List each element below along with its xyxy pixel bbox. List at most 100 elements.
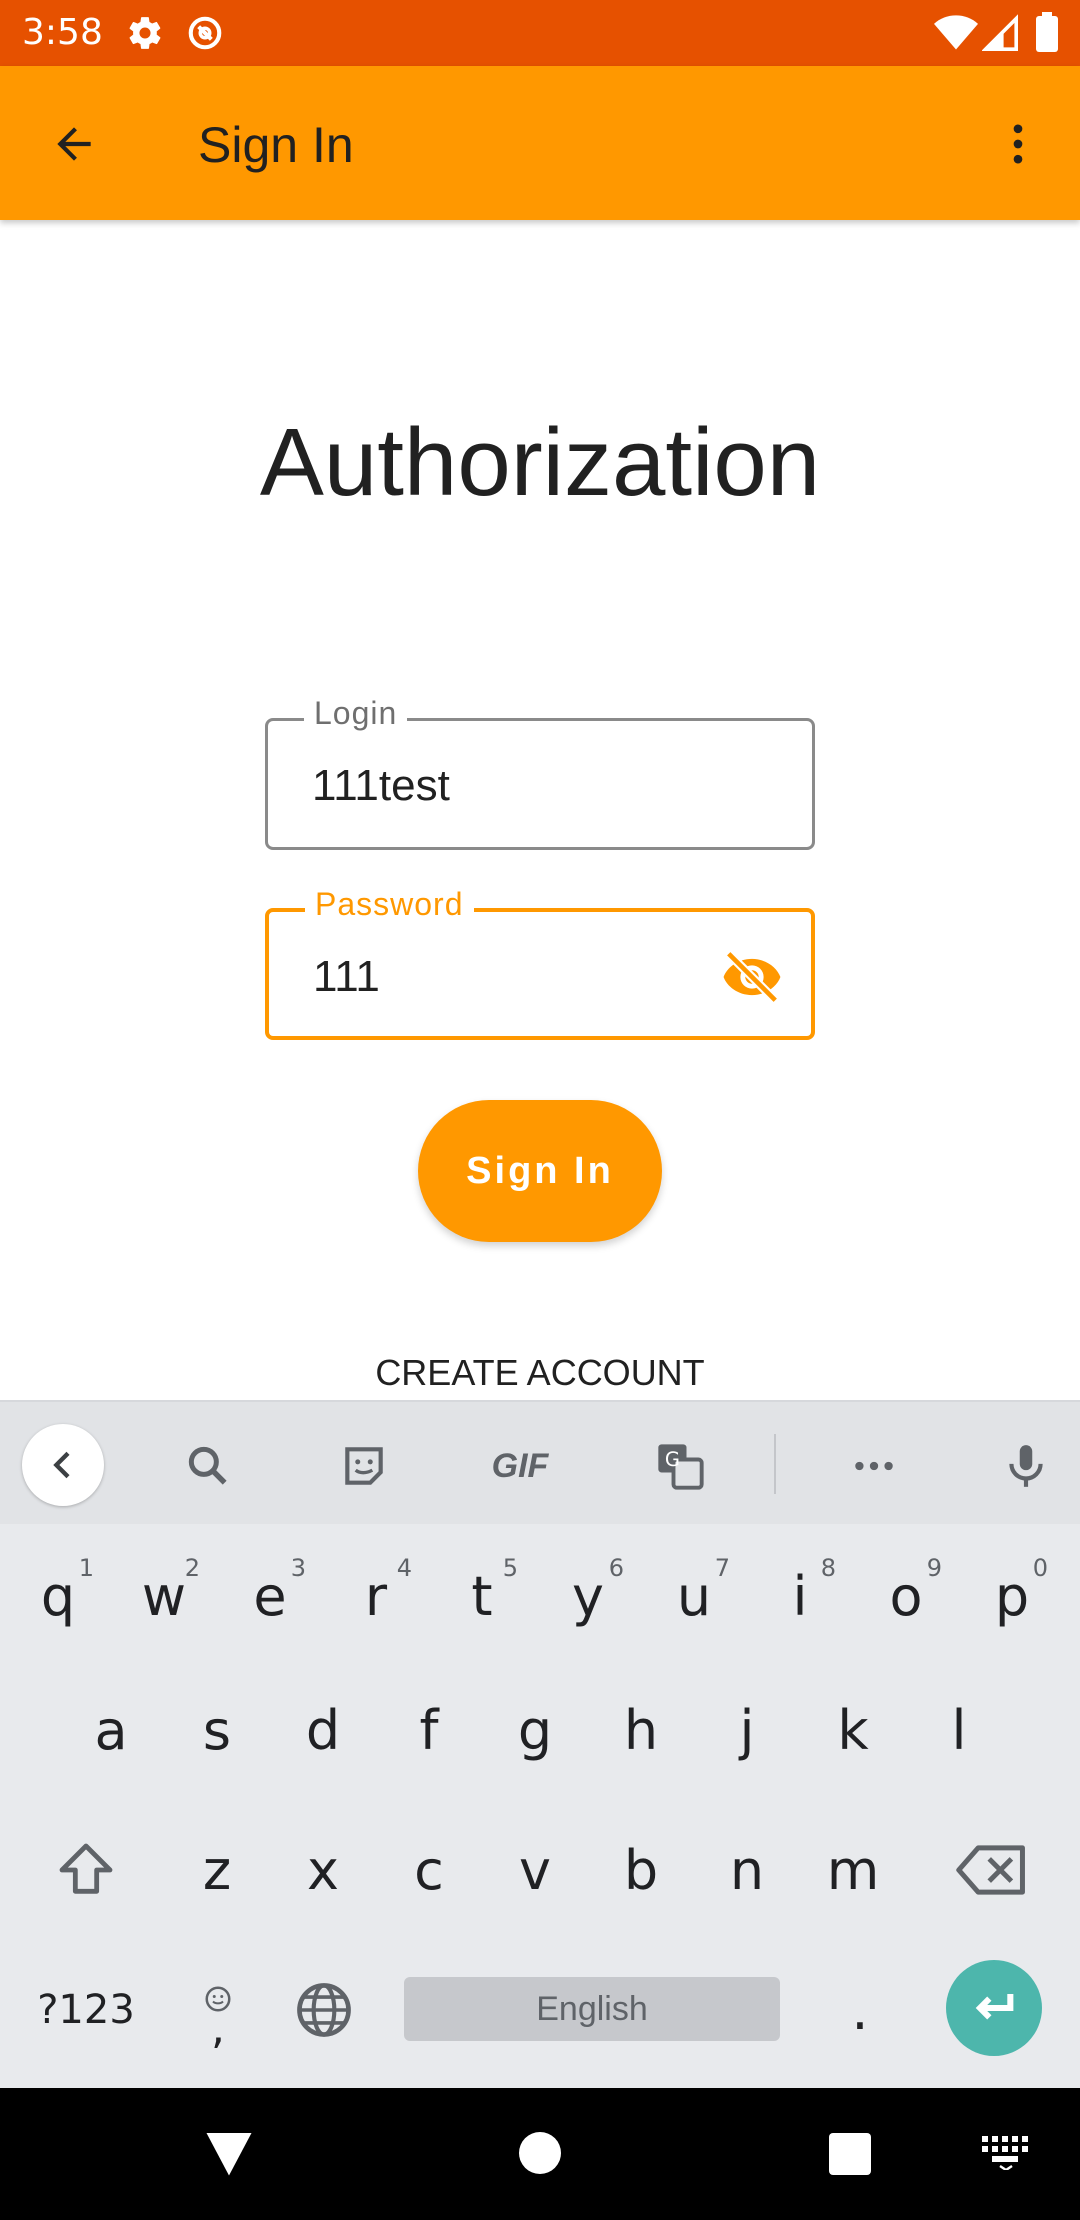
shift-icon — [59, 1843, 113, 1894]
space-key[interactable]: English — [404, 1977, 780, 2041]
translate-icon: G — [658, 1444, 704, 1490]
period-key[interactable]: . — [810, 1950, 910, 2070]
key-label: q — [40, 1564, 76, 1628]
key-f[interactable]: f — [379, 1670, 479, 1790]
eye-off-icon[interactable] — [721, 946, 783, 1008]
login-field[interactable]: Login 111test — [265, 695, 815, 850]
key-label: w — [141, 1564, 187, 1628]
key-r[interactable]: r4 — [326, 1536, 426, 1656]
symbols-key[interactable]: ?123 — [36, 1950, 136, 2070]
comma-label: , — [211, 2003, 225, 2054]
backspace-icon — [956, 1845, 1025, 1895]
keyboard-voice-button[interactable] — [998, 1438, 1054, 1494]
key-hint: 2 — [184, 1554, 200, 1582]
comma-key[interactable]: , — [168, 1950, 268, 2070]
svg-text:G: G — [665, 1448, 680, 1471]
enter-icon — [975, 1994, 1014, 2020]
key-hint: 3 — [290, 1554, 306, 1582]
key-label: p — [994, 1564, 1030, 1628]
key-b[interactable]: b — [591, 1810, 691, 1930]
system-nav-bar — [0, 2088, 1080, 2220]
key-hint: 5 — [502, 1554, 518, 1582]
key-j[interactable]: j — [697, 1670, 797, 1790]
back-button[interactable] — [40, 110, 108, 178]
key-i[interactable]: i8 — [750, 1536, 850, 1656]
gear-icon — [129, 17, 161, 49]
password-input[interactable]: 111 — [313, 952, 380, 1002]
key-hint: 6 — [608, 1554, 624, 1582]
sign-in-button[interactable]: Sign In — [418, 1100, 662, 1242]
key-m[interactable]: m — [803, 1810, 903, 1930]
globe-icon — [297, 1983, 351, 2037]
key-v[interactable]: v — [485, 1810, 585, 1930]
keyboard-gif-button[interactable]: GIF — [482, 1438, 558, 1494]
key-h[interactable]: h — [591, 1670, 691, 1790]
app-bar-title: Sign In — [198, 117, 354, 173]
mic-icon — [1009, 1445, 1043, 1487]
backspace-key[interactable] — [942, 1810, 1042, 1930]
key-u[interactable]: u7 — [644, 1536, 744, 1656]
soft-keyboard: GIF G q1 w2 e3 r4 t5 y6 u7 i8 o9 p0 a s … — [0, 1400, 1080, 2088]
key-label: r — [364, 1564, 388, 1628]
keyboard-icon[interactable] — [982, 2136, 1030, 2170]
key-y[interactable]: y6 — [538, 1536, 638, 1656]
key-hint: 0 — [1032, 1554, 1048, 1582]
key-s[interactable]: s — [167, 1670, 267, 1790]
key-w[interactable]: w2 — [114, 1536, 214, 1656]
password-field[interactable]: Password 111 — [265, 886, 815, 1040]
home-circle-icon[interactable] — [519, 2132, 561, 2174]
key-q[interactable]: q1 — [8, 1536, 108, 1656]
signal-icon — [982, 14, 1018, 51]
status-bar: 3:58 — [0, 0, 1080, 66]
wifi-icon — [934, 15, 978, 50]
keyboard-more-button[interactable] — [846, 1438, 902, 1494]
shift-key[interactable] — [36, 1810, 136, 1930]
chevron-left-icon — [53, 1451, 70, 1479]
key-g[interactable]: g — [485, 1670, 585, 1790]
language-key[interactable] — [274, 1950, 374, 2070]
keyboard-search-button[interactable] — [180, 1438, 236, 1494]
page-heading: Authorization — [259, 409, 821, 516]
keyboard-toolbar: GIF G — [0, 1400, 1080, 1524]
key-k[interactable]: k — [803, 1670, 903, 1790]
key-label: u — [676, 1564, 712, 1628]
app-bar: Sign In — [0, 66, 1080, 220]
battery-icon — [1036, 12, 1058, 52]
more-horiz-icon — [855, 1461, 893, 1471]
back-triangle-icon[interactable] — [204, 2128, 254, 2178]
key-l[interactable]: l — [909, 1670, 1009, 1790]
status-time: 3:58 — [22, 12, 103, 53]
keyboard-collapse-button[interactable] — [22, 1424, 104, 1506]
key-hint: 8 — [820, 1554, 836, 1582]
recents-square-icon[interactable] — [829, 2133, 871, 2175]
login-input[interactable]: 111test — [312, 761, 450, 811]
key-o[interactable]: o9 — [856, 1536, 956, 1656]
more-vert-icon — [1013, 124, 1023, 164]
keyboard-sticker-button[interactable] — [336, 1438, 392, 1494]
keyboard-translate-button[interactable]: G — [652, 1438, 708, 1494]
key-label: e — [253, 1564, 287, 1628]
key-z[interactable]: z — [167, 1810, 267, 1930]
key-p[interactable]: p0 — [962, 1536, 1062, 1656]
more-options-button[interactable] — [990, 110, 1046, 178]
key-n[interactable]: n — [697, 1810, 797, 1930]
create-account-link[interactable]: CREATE ACCOUNT — [0, 1352, 1080, 1394]
search-icon — [188, 1446, 227, 1485]
key-hint: 9 — [926, 1554, 942, 1582]
key-x[interactable]: x — [273, 1810, 373, 1930]
key-hint: 4 — [396, 1554, 412, 1582]
key-e[interactable]: e3 — [220, 1536, 320, 1656]
key-d[interactable]: d — [273, 1670, 373, 1790]
gif-icon: GIF — [491, 1446, 549, 1485]
toolbar-divider — [774, 1434, 776, 1494]
enter-key[interactable] — [946, 1960, 1042, 2056]
key-t[interactable]: t5 — [432, 1536, 532, 1656]
key-label: y — [572, 1564, 604, 1628]
key-hint: 1 — [78, 1554, 94, 1582]
arrow-left-icon — [57, 127, 91, 161]
sticker-icon — [345, 1447, 383, 1485]
password-label: Password — [305, 886, 474, 923]
key-hint: 7 — [714, 1554, 730, 1582]
key-c[interactable]: c — [379, 1810, 479, 1930]
key-a[interactable]: a — [61, 1670, 161, 1790]
